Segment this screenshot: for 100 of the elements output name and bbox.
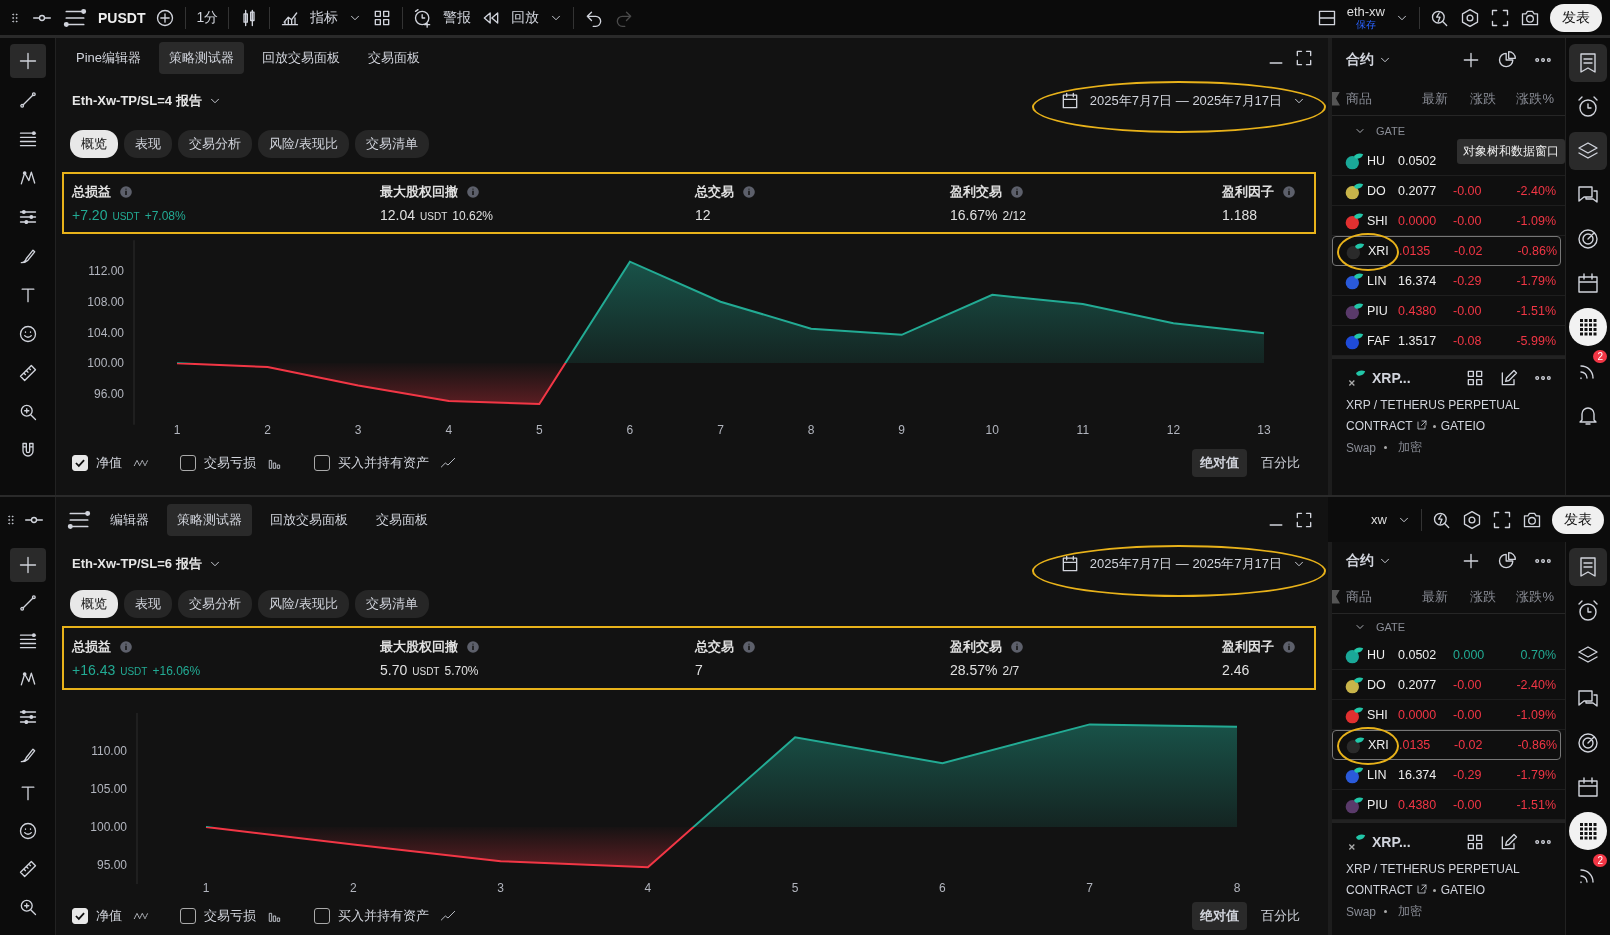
checkbox[interactable]: [180, 455, 196, 471]
apps-button[interactable]: [1569, 812, 1607, 850]
crosshair-tool[interactable]: [9, 44, 46, 78]
panel-tab[interactable]: Pine编辑器: [66, 42, 152, 74]
watchlist-row[interactable]: DO 0.2077 -0.00 -2.40%: [1332, 670, 1565, 700]
watchlist-row[interactable]: LIN 16.374 -0.29 -1.79%: [1332, 760, 1565, 790]
watchlist-row[interactable]: LIN 16.374 -0.29 -1.79%: [1332, 266, 1565, 296]
interval-button[interactable]: 1分: [196, 6, 219, 29]
panel-tab[interactable]: 策略测试器: [159, 42, 245, 74]
fullscreen-icon[interactable]: [1492, 509, 1512, 530]
info-icon[interactable]: [1282, 640, 1296, 654]
watchlist-title[interactable]: 合约: [1346, 552, 1374, 570]
external-link-icon[interactable]: [1415, 883, 1428, 895]
report-tab[interactable]: 交易清单: [354, 590, 429, 618]
report-tab[interactable]: 概览: [70, 590, 118, 618]
crosshair-tool[interactable]: [9, 548, 46, 582]
add-icon[interactable]: [1461, 50, 1481, 70]
panel-tab[interactable]: 策略测试器: [167, 503, 252, 536]
report-tab[interactable]: 交易清单: [354, 130, 429, 158]
info-icon[interactable]: [466, 185, 480, 199]
legend-label[interactable]: 交易亏损: [204, 907, 256, 925]
replay-button[interactable]: 回放: [511, 6, 540, 29]
watchlist-button[interactable]: [1569, 548, 1607, 586]
panel-tab[interactable]: 编辑器: [100, 503, 159, 536]
indicators-button[interactable]: 指标: [310, 6, 339, 29]
external-link-icon[interactable]: [1415, 419, 1428, 431]
pie-chart-icon[interactable]: [1497, 551, 1517, 571]
info-icon[interactable]: [119, 640, 133, 654]
watchlist-row[interactable]: DO 0.2077 -0.00 -2.40%: [1332, 176, 1565, 206]
date-range-button[interactable]: 2025年7月7日 — 2025年7月17日: [1051, 87, 1314, 115]
add-icon[interactable]: [1461, 551, 1481, 571]
info-icon[interactable]: [1010, 185, 1024, 199]
info-icon[interactable]: [466, 640, 480, 654]
watchlist-row[interactable]: PIU 0.4380 -0.00 -1.51%: [1332, 790, 1565, 820]
column-header[interactable]: 商品: [1340, 89, 1398, 108]
watchlist-title[interactable]: 合约: [1346, 51, 1374, 69]
checkbox[interactable]: [314, 455, 330, 471]
symbol-name[interactable]: PUSDT: [98, 9, 146, 26]
group-name[interactable]: GATE: [1376, 125, 1406, 137]
grid-icon[interactable]: [1465, 832, 1485, 852]
panel-tab[interactable]: 交易面板: [366, 503, 438, 536]
info-icon[interactable]: [742, 640, 756, 654]
column-header[interactable]: 涨跌%: [1496, 587, 1554, 606]
report-tab[interactable]: 交易分析: [178, 590, 252, 618]
report-tab[interactable]: 风险/表现比: [258, 130, 349, 158]
fullscreen-icon[interactable]: [1490, 7, 1510, 28]
column-header[interactable]: 最新: [1398, 89, 1448, 108]
report-tab[interactable]: 交易分析: [178, 130, 252, 158]
info-icon[interactable]: [119, 185, 133, 199]
settings-icon[interactable]: [1460, 7, 1480, 28]
layout-name[interactable]: xw: [1371, 512, 1387, 527]
column-header[interactable]: 商品: [1340, 587, 1398, 606]
watchlist-row[interactable]: HU 0.0502 0.000 0.70%: [1332, 640, 1565, 670]
scale-toggle[interactable]: 百分比: [1253, 449, 1308, 477]
legend-label[interactable]: 买入并持有资产: [338, 907, 429, 925]
publish-button[interactable]: 发表: [1552, 505, 1604, 534]
report-title[interactable]: Eth-Xw-TP/SL=4 报告: [72, 92, 202, 110]
scale-toggle[interactable]: 绝对值: [1192, 449, 1247, 477]
column-header[interactable]: 涨跌: [1448, 587, 1496, 606]
column-header[interactable]: 涨跌%: [1496, 89, 1554, 108]
info-icon[interactable]: [1010, 640, 1024, 654]
panel-tab[interactable]: 交易面板: [358, 42, 431, 74]
group-name[interactable]: GATE: [1376, 621, 1406, 633]
column-header[interactable]: 涨跌: [1448, 89, 1496, 108]
watchlist-row[interactable]: SHI 0.0000 -0.00 -1.09%: [1332, 206, 1565, 236]
grid-icon[interactable]: [1465, 368, 1485, 388]
settings-icon[interactable]: [1462, 509, 1482, 530]
report-tab[interactable]: 表现: [124, 590, 172, 618]
report-title[interactable]: Eth-Xw-TP/SL=6 报告: [72, 555, 202, 573]
watchlist-row[interactable]: PIU 0.4380 -0.00 -1.51%: [1332, 296, 1565, 326]
maximize-icon[interactable]: [1294, 48, 1314, 68]
pie-chart-icon[interactable]: [1497, 50, 1517, 70]
info-icon[interactable]: [1282, 185, 1296, 199]
checkbox[interactable]: [180, 908, 196, 924]
layers-button[interactable]: [1569, 132, 1607, 170]
legend-label[interactable]: 买入并持有资产: [338, 454, 429, 472]
layout-name[interactable]: eth-xw: [1346, 4, 1385, 20]
watchlist-button[interactable]: [1569, 44, 1607, 82]
edit-icon[interactable]: [1499, 368, 1519, 388]
column-header[interactable]: 最新: [1398, 587, 1448, 606]
legend-label[interactable]: 净值: [96, 907, 122, 925]
add-symbol-icon[interactable]: [155, 7, 176, 28]
scale-toggle[interactable]: 百分比: [1253, 902, 1308, 930]
info-icon[interactable]: [742, 185, 756, 199]
watchlist-row[interactable]: SHI 0.0000 -0.00 -1.09%: [1332, 700, 1565, 730]
apps-button[interactable]: [1569, 308, 1607, 346]
watchlist-row[interactable]: FAF 1.3517 -0.08 -5.99%: [1332, 326, 1565, 356]
panel-tab[interactable]: 回放交易面板: [260, 503, 358, 536]
date-range-button[interactable]: 2025年7月7日 — 2025年7月17日: [1051, 550, 1314, 578]
report-tab[interactable]: 风险/表现比: [258, 590, 349, 618]
legend-label[interactable]: 净值: [96, 454, 122, 472]
panel-tab[interactable]: 回放交易面板: [252, 42, 351, 74]
report-tab[interactable]: 概览: [70, 130, 118, 158]
scale-toggle[interactable]: 绝对值: [1192, 902, 1247, 930]
report-tab[interactable]: 表现: [124, 130, 172, 158]
edit-icon[interactable]: [1499, 832, 1519, 852]
publish-button[interactable]: 发表: [1550, 3, 1602, 32]
alerts-button[interactable]: 警报: [443, 6, 472, 29]
checkbox[interactable]: [314, 908, 330, 924]
legend-label[interactable]: 交易亏损: [204, 454, 256, 472]
